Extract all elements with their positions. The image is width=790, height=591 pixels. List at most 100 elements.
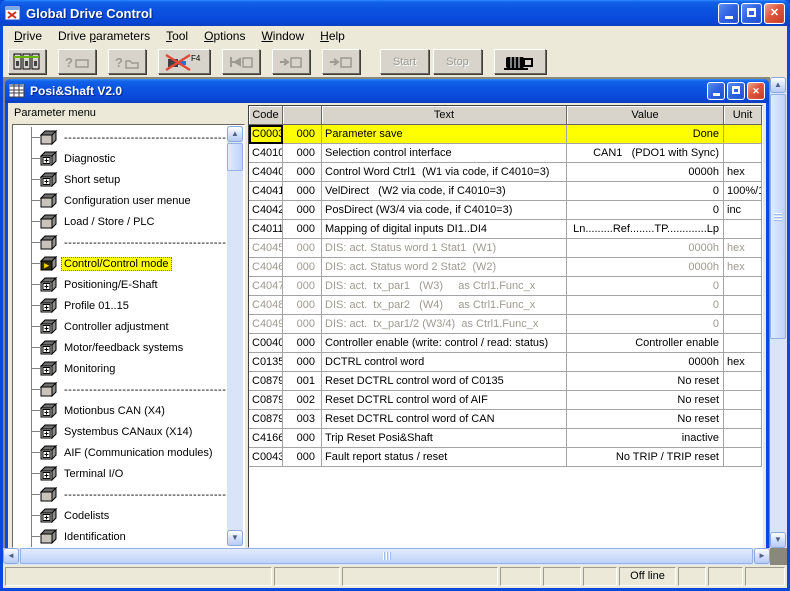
cell-text[interactable]: Trip Reset Posi&Shaft	[322, 429, 567, 448]
cell-subcode[interactable]: 000	[283, 258, 322, 277]
child-close-button[interactable]: ✕	[747, 82, 765, 100]
cell-text[interactable]: DIS: act. tx_par2 (W4) as Ctrl1.Func_x	[322, 296, 567, 315]
table-row[interactable]: C0040 000 Controller enable (write: cont…	[249, 334, 762, 353]
cell-value[interactable]: Controller enable	[567, 334, 724, 353]
menu-drive-parameters[interactable]: Drive parameters	[50, 27, 158, 45]
table-row[interactable]: C0879 001 Reset DCTRL control word of C0…	[249, 372, 762, 391]
cell-unit[interactable]: 100%/1	[724, 182, 762, 201]
mdi-hscroll-thumb[interactable]	[20, 548, 753, 564]
cell-code[interactable]: C0003	[249, 125, 283, 144]
cell-value[interactable]: No reset	[567, 391, 724, 410]
tree-item[interactable]: Configuration user menue	[15, 190, 226, 211]
cell-value[interactable]: Done	[567, 125, 724, 144]
tree-item[interactable]: Motor/feedback systems	[15, 337, 226, 358]
cell-unit[interactable]	[724, 391, 762, 410]
child-maximize-button[interactable]	[727, 82, 745, 100]
cell-code[interactable]: C0043	[249, 448, 283, 467]
child-minimize-button[interactable]	[707, 82, 725, 100]
tree-item[interactable]: Profile 01..15	[15, 295, 226, 316]
cell-subcode[interactable]: 000	[283, 201, 322, 220]
cell-unit[interactable]	[724, 315, 762, 334]
cell-text[interactable]: DCTRL control word	[322, 353, 567, 372]
tree-item[interactable]: Motionbus CAN (X4)	[15, 400, 226, 421]
cell-text[interactable]: DIS: act. tx_par1 (W3) as Ctrl1.Func_x	[322, 277, 567, 296]
table-row[interactable]: C4048 000 DIS: act. tx_par2 (W4) as Ctrl…	[249, 296, 762, 315]
menu-drive[interactable]: Drive	[6, 27, 50, 45]
drive-overview-button[interactable]	[8, 49, 46, 74]
cell-value[interactable]: 0000h	[567, 353, 724, 372]
scroll-down-icon[interactable]: ▼	[770, 532, 786, 548]
tree-item[interactable]: Controller adjustment	[15, 316, 226, 337]
cell-value[interactable]: 0	[567, 315, 724, 334]
cell-subcode[interactable]: 000	[283, 220, 322, 239]
table-row[interactable]: C4010 000 Selection control interface CA…	[249, 144, 762, 163]
cell-code[interactable]: C4049	[249, 315, 283, 334]
cell-subcode[interactable]: 001	[283, 372, 322, 391]
scroll-right-icon[interactable]: ►	[754, 548, 770, 564]
cell-text[interactable]: Selection control interface	[322, 144, 567, 163]
cell-code[interactable]: C4041	[249, 182, 283, 201]
cell-unit[interactable]	[724, 220, 762, 239]
close-button[interactable]: ✕	[764, 3, 785, 24]
cell-code[interactable]: C4047	[249, 277, 283, 296]
cell-text[interactable]: Fault report status / reset	[322, 448, 567, 467]
cell-text[interactable]: Reset DCTRL control word of CAN	[322, 410, 567, 429]
tree-item[interactable]: Short setup	[15, 169, 226, 190]
cell-subcode[interactable]: 000	[283, 163, 322, 182]
cell-subcode[interactable]: 000	[283, 448, 322, 467]
cell-code[interactable]: C4045	[249, 239, 283, 258]
cell-text[interactable]: Control Word Ctrl1 (W1 via code, if C401…	[322, 163, 567, 182]
cell-value[interactable]: CAN1 (PDO1 with Sync)	[567, 144, 724, 163]
cell-code[interactable]: C4042	[249, 201, 283, 220]
cell-code[interactable]: C4048	[249, 296, 283, 315]
disconnect-f4-button[interactable]: F4	[158, 49, 210, 74]
scroll-up-icon[interactable]: ▲	[770, 77, 786, 93]
table-row[interactable]: C0003 000 Parameter save Done	[249, 125, 762, 144]
cell-text[interactable]: PosDirect (W3/4 via code, if C4010=3)	[322, 201, 567, 220]
tree-item[interactable]: Diagnostic	[15, 148, 226, 169]
cell-unit[interactable]	[724, 144, 762, 163]
tree-scrollbar[interactable]: ▲ ▼	[227, 126, 243, 546]
cell-value[interactable]: 0	[567, 296, 724, 315]
tree-item[interactable]: Identification	[15, 526, 226, 547]
tree-item[interactable]: ----------------------------------------	[15, 484, 226, 505]
tree-item[interactable]: Load / Store / PLC	[15, 211, 226, 232]
table-row[interactable]: C0135 000 DCTRL control word 0000h hex	[249, 353, 762, 372]
table-row[interactable]: C4011 000 Mapping of digital inputs DI1.…	[249, 220, 762, 239]
cell-subcode[interactable]: 000	[283, 296, 322, 315]
column-value[interactable]: Value	[567, 106, 724, 125]
cell-value[interactable]: No reset	[567, 410, 724, 429]
cell-unit[interactable]	[724, 429, 762, 448]
menu-options[interactable]: Options	[196, 27, 253, 45]
cell-code[interactable]: C0040	[249, 334, 283, 353]
cell-text[interactable]: Reset DCTRL control word of C0135	[322, 372, 567, 391]
column-text[interactable]: Text	[322, 106, 567, 125]
cell-code[interactable]: C4010	[249, 144, 283, 163]
table-row[interactable]: C4166 000 Trip Reset Posi&Shaft inactive	[249, 429, 762, 448]
cell-unit[interactable]	[724, 334, 762, 353]
tree-item[interactable]: ----------------------------------------	[15, 232, 226, 253]
cell-value[interactable]: 0000h	[567, 163, 724, 182]
cell-value[interactable]: Ln.........Ref........TP.............Lp	[567, 220, 724, 239]
table-row[interactable]: C4047 000 DIS: act. tx_par1 (W3) as Ctrl…	[249, 277, 762, 296]
cell-subcode[interactable]: 000	[283, 125, 322, 144]
cell-unit[interactable]: hex	[724, 353, 762, 372]
table-row[interactable]: C0043 000 Fault report status / reset No…	[249, 448, 762, 467]
cell-text[interactable]: Controller enable (write: control / read…	[322, 334, 567, 353]
scroll-left-icon[interactable]: ◄	[3, 548, 19, 564]
cell-code[interactable]: C0879	[249, 391, 283, 410]
cell-unit[interactable]	[724, 410, 762, 429]
cell-unit[interactable]	[724, 448, 762, 467]
menu-tool[interactable]: Tool	[158, 27, 196, 45]
menu-window[interactable]: Window	[253, 27, 312, 45]
cell-unit[interactable]	[724, 296, 762, 315]
cell-unit[interactable]: inc	[724, 201, 762, 220]
tree-item[interactable]: AIF (Communication modules)	[15, 442, 226, 463]
cell-subcode[interactable]: 000	[283, 182, 322, 201]
column-unit[interactable]: Unit	[724, 106, 762, 125]
tree-item[interactable]: Terminal I/O	[15, 463, 226, 484]
cell-code[interactable]: C4040	[249, 163, 283, 182]
cell-text[interactable]: DIS: act. Status word 1 Stat1 (W1)	[322, 239, 567, 258]
table-row[interactable]: C4049 000 DIS: act. tx_par1/2 (W3/4) as …	[249, 315, 762, 334]
cell-text[interactable]: Parameter save	[322, 125, 567, 144]
